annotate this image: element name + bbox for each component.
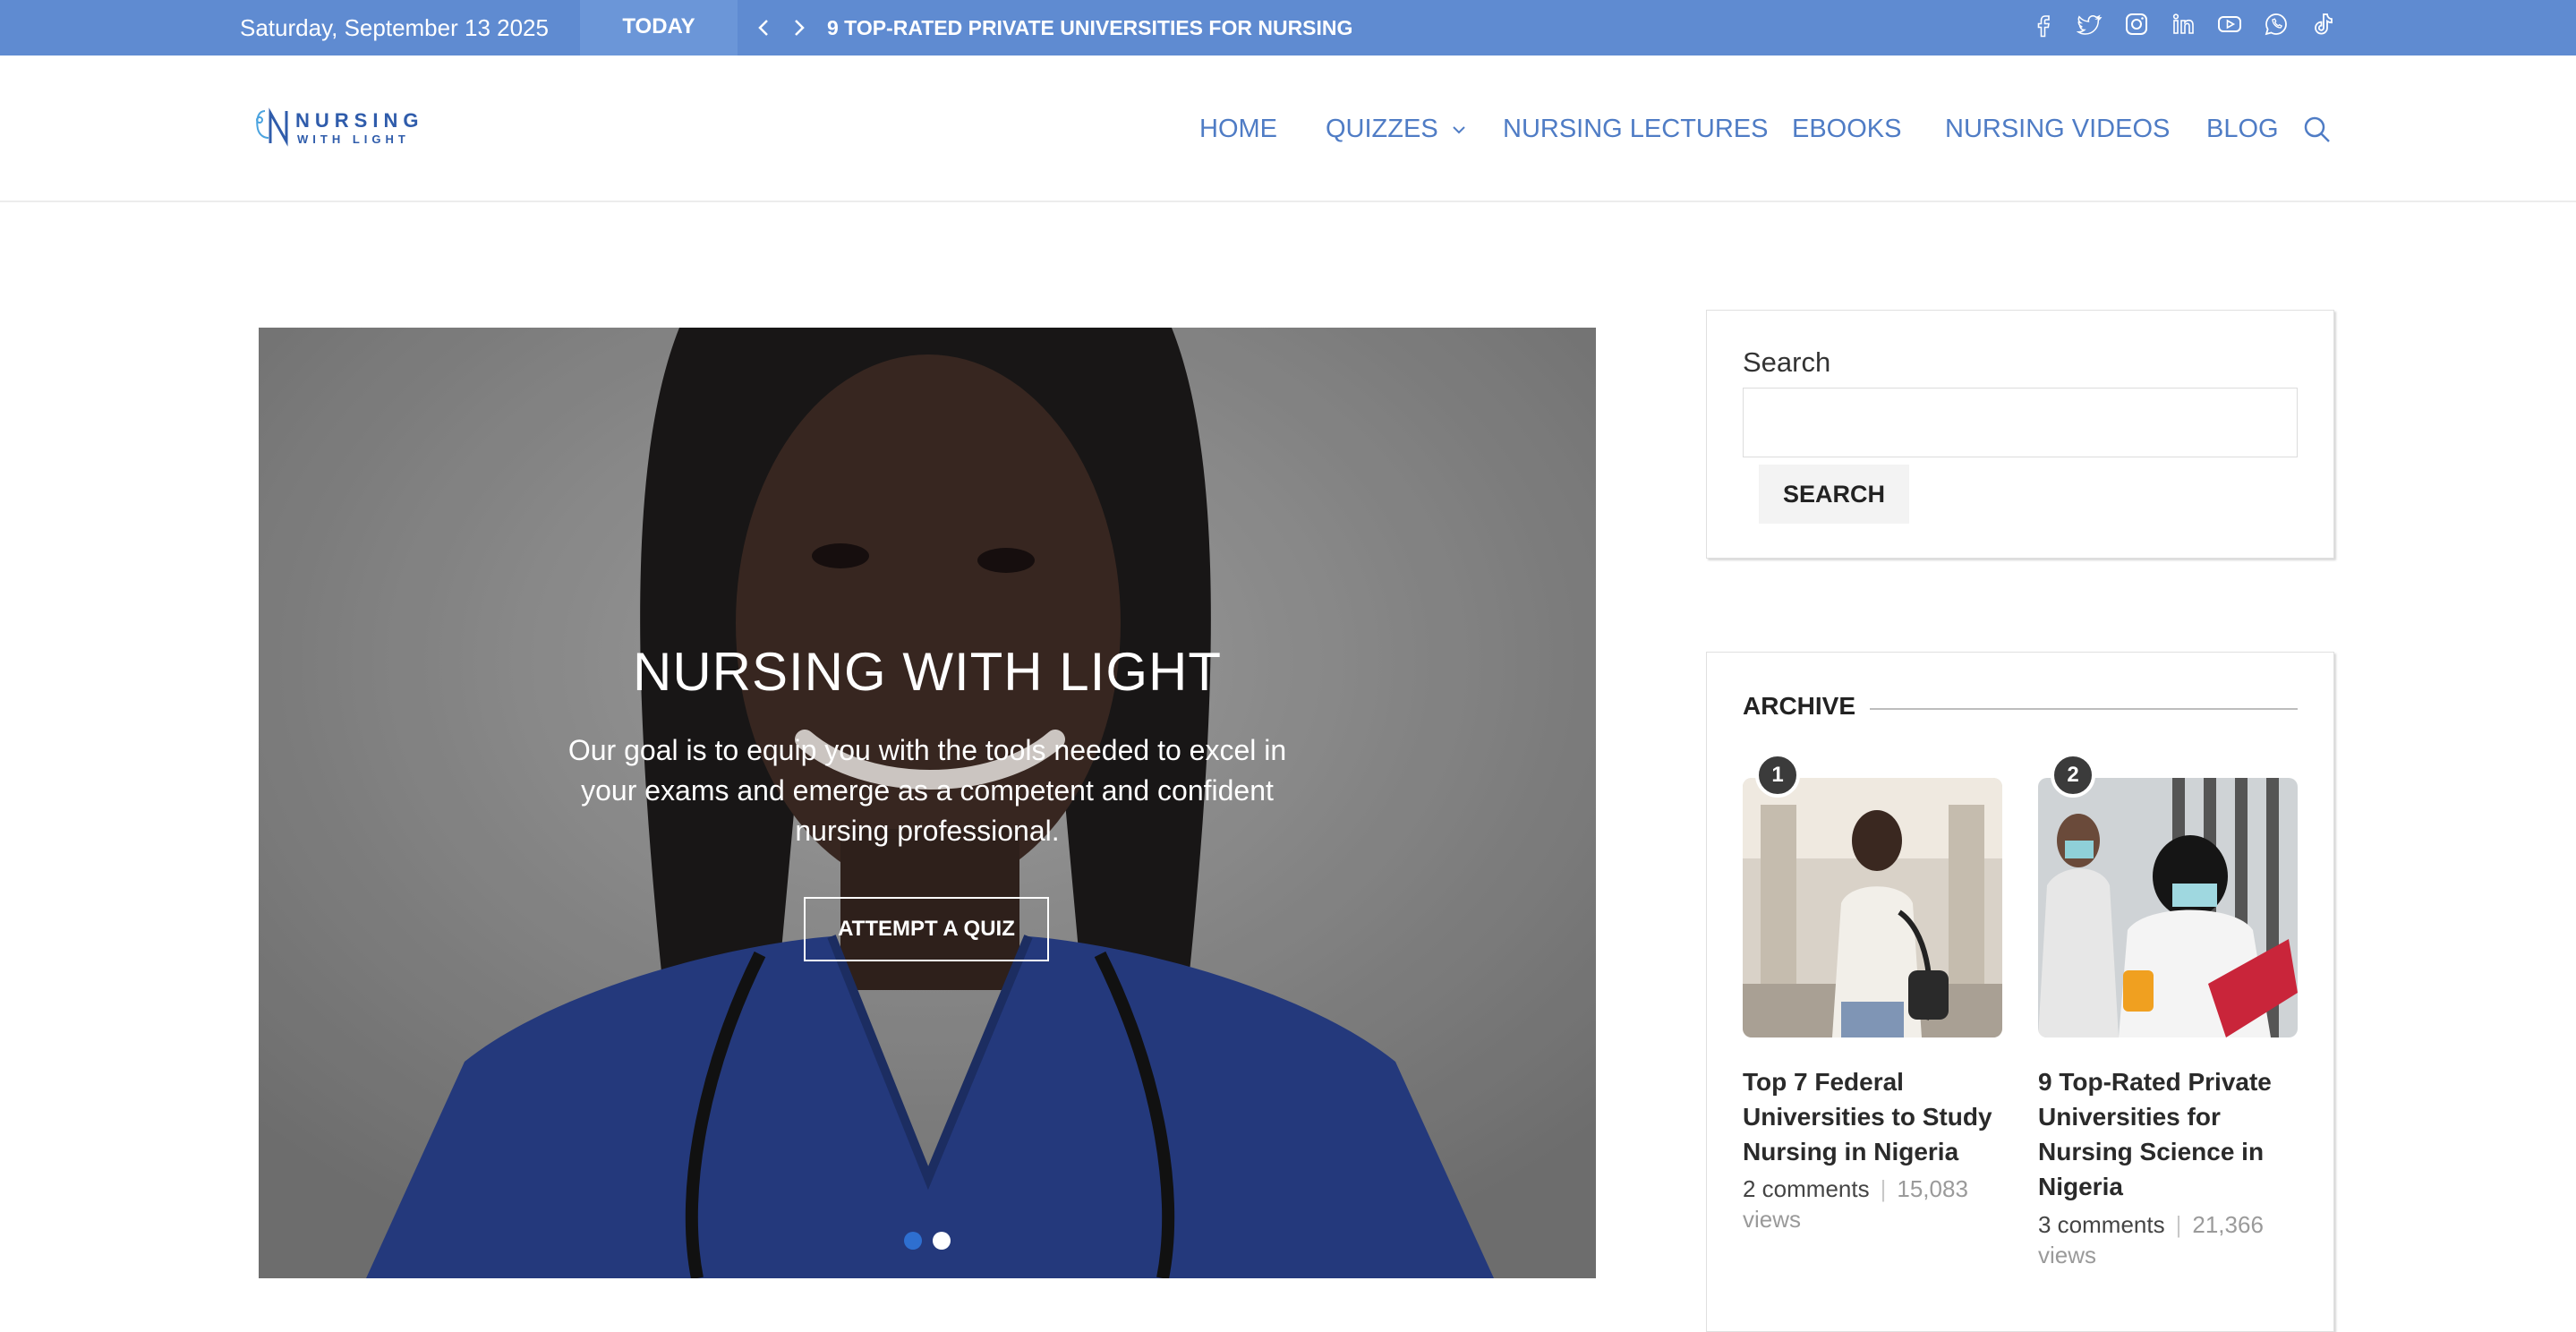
post-thumbnail[interactable] <box>1743 778 2002 1037</box>
youtube-icon[interactable] <box>2216 11 2243 38</box>
site-logo[interactable]: NURSING WITH LIGHT <box>252 100 418 154</box>
chevron-down-icon <box>1453 126 1465 134</box>
archive-widget: ARCHIVE 1 Top 7 Federal Universities to … <box>1706 652 2334 1332</box>
rank-badge: 1 <box>1755 753 1800 798</box>
chevron-right-icon[interactable] <box>786 13 813 43</box>
whatsapp-icon[interactable] <box>2263 11 2290 38</box>
hero-title: NURSING WITH LIGHT <box>633 642 1222 702</box>
current-date: Saturday, September 13 2025 <box>240 14 549 41</box>
student-hallway-image <box>1743 778 2002 1037</box>
facebook-icon[interactable] <box>2030 11 2057 38</box>
nav-nursing-lectures[interactable]: NURSING LECTURES <box>1503 111 1769 147</box>
search-widget-label: Search <box>1743 346 1831 378</box>
meta-separator: | <box>2175 1211 2182 1238</box>
comment-count[interactable]: 3 comments <box>2038 1211 2165 1238</box>
logo-subtext: WITH LIGHT <box>297 132 410 146</box>
slider-dot-2[interactable] <box>933 1232 951 1250</box>
today-label: TODAY <box>580 0 738 56</box>
search-widget: Search SEARCH <box>1706 310 2334 559</box>
attempt-quiz-button[interactable]: ATTEMPT A QUIZ <box>804 897 1049 961</box>
chevron-left-icon[interactable] <box>750 13 777 43</box>
nav-blog[interactable]: BLOG <box>2206 111 2279 147</box>
lab-scientist-image <box>2038 778 2298 1037</box>
search-icon[interactable] <box>2302 115 2333 145</box>
news-ticker-headline[interactable]: 9 TOP-RATED PRIVATE UNIVERSITIES FOR NUR… <box>827 0 1352 56</box>
instagram-icon[interactable] <box>2123 11 2150 38</box>
post-meta: 2 comments | 15,083 views <box>1743 1174 2008 1234</box>
tiktok-icon[interactable] <box>2309 11 2336 38</box>
logo-text: NURSING <box>295 109 424 132</box>
hero-slider: NURSING WITH LIGHT Our goal is to equip … <box>259 328 1596 1278</box>
nav-quizzes-label: QUIZZES <box>1326 115 1438 143</box>
nav-nursing-videos[interactable]: NURSING VIDEOS <box>1945 111 2170 147</box>
hero-description: Our goal is to equip you with the tools … <box>567 734 1287 847</box>
post-meta: 3 comments | 21,366 views <box>2038 1209 2303 1270</box>
twitter-icon[interactable] <box>2077 11 2103 38</box>
search-button[interactable]: SEARCH <box>1759 465 1909 524</box>
search-input[interactable] <box>1743 388 2298 457</box>
rank-badge: 2 <box>2051 753 2095 798</box>
nav-home[interactable]: HOME <box>1199 111 1277 147</box>
heading-divider <box>1870 708 2298 710</box>
nav-ebooks[interactable]: EBOOKS <box>1792 111 1902 147</box>
top-bar: Saturday, September 13 2025 TODAY 9 TOP-… <box>0 0 2576 56</box>
post-title[interactable]: Top 7 Federal Universities to Study Nurs… <box>1743 1064 2008 1169</box>
stethoscope-logo-icon <box>256 107 288 147</box>
archive-heading: ARCHIVE <box>1743 692 1856 720</box>
comment-count[interactable]: 2 comments <box>1743 1175 1870 1202</box>
slider-dot-1[interactable] <box>904 1232 922 1250</box>
meta-separator: | <box>1880 1175 1887 1202</box>
post-title[interactable]: 9 Top-Rated Private Universities for Nur… <box>2038 1064 2303 1204</box>
site-header: NURSING WITH LIGHT HOME QUIZZES NURSING … <box>0 56 2576 202</box>
linkedin-icon[interactable] <box>2170 11 2196 38</box>
nav-quizzes[interactable]: QUIZZES <box>1326 111 1467 147</box>
post-thumbnail[interactable] <box>2038 778 2298 1037</box>
